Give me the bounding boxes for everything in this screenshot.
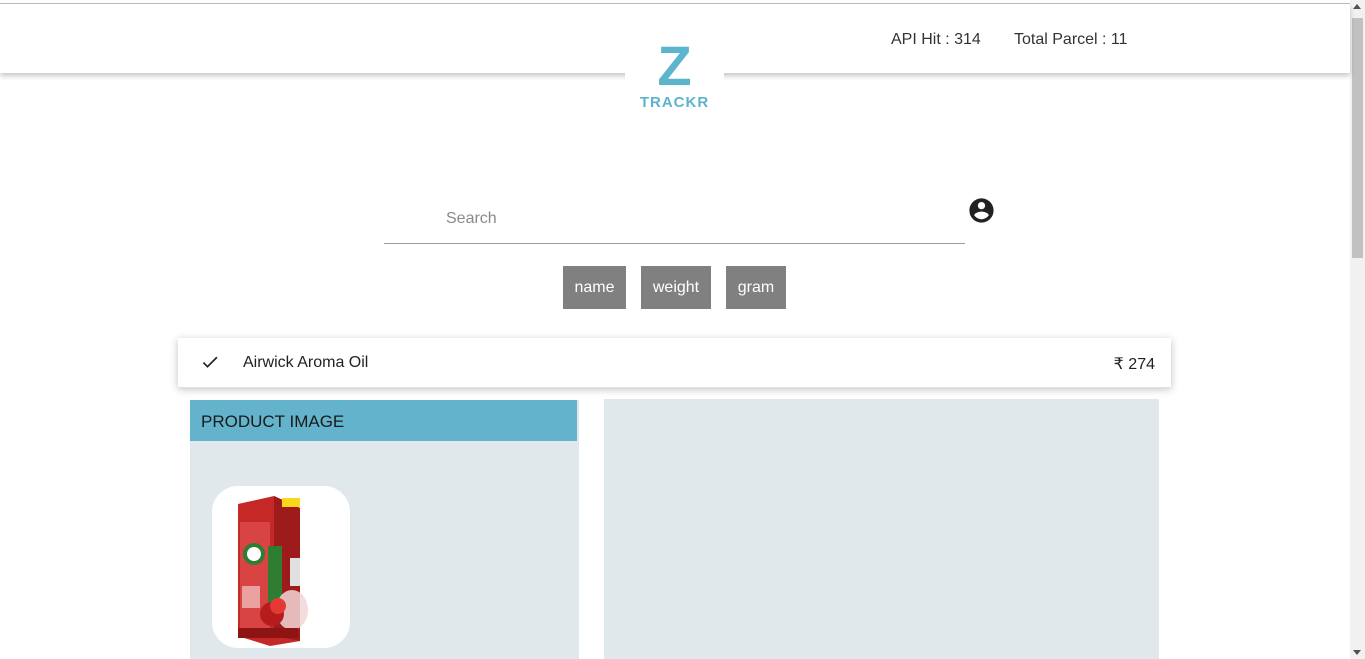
scrollbar-thumb[interactable]	[1352, 18, 1363, 258]
search-input[interactable]	[444, 209, 948, 229]
product-image-title: PRODUCT IMAGE	[201, 412, 345, 431]
filter-name-button[interactable]: name	[563, 266, 626, 309]
scroll-down-arrow-icon[interactable]	[1353, 650, 1361, 655]
logo-letter: Z	[657, 34, 692, 97]
account-circle-icon[interactable]	[967, 196, 996, 225]
filter-weight-button[interactable]: weight	[641, 266, 711, 309]
product-name: Airwick Aroma Oil	[243, 354, 369, 371]
search-bar	[384, 201, 965, 244]
product-image[interactable]	[212, 486, 350, 648]
filter-gram-button[interactable]: gram	[726, 266, 786, 309]
product-detail-panel	[604, 399, 1159, 659]
product-image-panel-header: PRODUCT IMAGE	[190, 400, 577, 441]
api-hit-counter: API Hit : 314	[891, 31, 981, 48]
product-card-header[interactable]: Airwick Aroma Oil ₹ 274	[178, 338, 1171, 387]
scroll-up-arrow-icon[interactable]	[1353, 4, 1361, 9]
page-scrollbar[interactable]	[1350, 0, 1365, 659]
total-parcel-counter: Total Parcel : 11	[1014, 31, 1128, 48]
product-image-panel: PRODUCT IMAGE	[190, 400, 579, 659]
check-icon	[202, 356, 218, 368]
card-divider	[178, 387, 1171, 388]
ztrackr-logo[interactable]: Z TRACKR	[625, 34, 724, 122]
product-price: ₹ 274	[1113, 356, 1155, 373]
product-package-illustration	[238, 496, 308, 646]
logo-text: TRACKR	[639, 94, 710, 111]
